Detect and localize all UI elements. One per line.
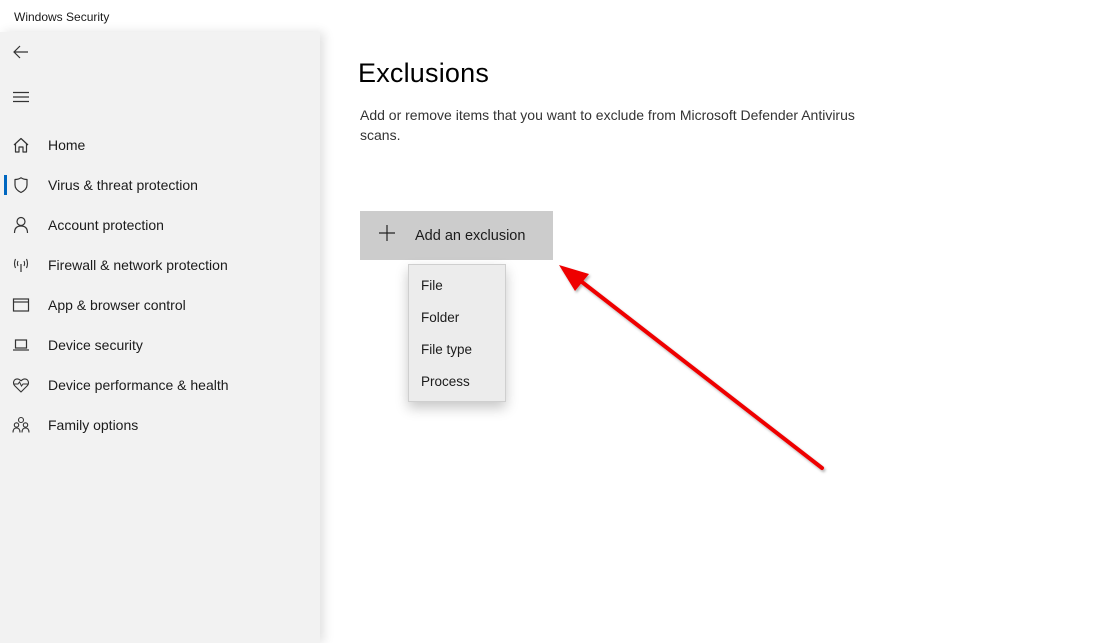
add-exclusion-label: Add an exclusion <box>415 227 526 244</box>
home-icon <box>11 135 31 155</box>
menu-item-folder[interactable]: Folder <box>409 301 505 333</box>
sidebar-item-label: App & browser control <box>48 297 186 313</box>
sidebar-item-label: Family options <box>48 417 139 433</box>
antenna-icon <box>11 255 31 275</box>
active-indicator <box>4 175 7 195</box>
heart-pulse-icon <box>11 375 31 395</box>
back-arrow-icon <box>13 45 28 59</box>
sidebar-item-app-browser-control[interactable]: App & browser control <box>0 285 320 325</box>
menu-item-file-type[interactable]: File type <box>409 333 505 365</box>
laptop-icon <box>11 335 31 355</box>
sidebar-item-label: Account protection <box>48 217 164 233</box>
hamburger-menu-icon <box>13 91 29 103</box>
family-icon <box>11 415 31 435</box>
menu-item-process[interactable]: Process <box>409 365 505 397</box>
sidebar-item-device-security[interactable]: Device security <box>0 325 320 365</box>
sidebar-item-account-protection[interactable]: Account protection <box>0 205 320 245</box>
sidebar-item-label: Firewall & network protection <box>48 257 228 273</box>
back-button[interactable] <box>8 39 34 65</box>
sidebar-item-firewall-network-protection[interactable]: Firewall & network protection <box>0 245 320 285</box>
sidebar-item-device-performance-health[interactable]: Device performance & health <box>0 365 320 405</box>
main-content: Exclusions Add or remove items that you … <box>320 32 1094 643</box>
page-description: Add or remove items that you want to exc… <box>360 107 855 143</box>
title-bar: Windows Security <box>0 0 1094 32</box>
sidebar-item-label: Device security <box>48 337 143 353</box>
menu-item-file[interactable]: File <box>409 269 505 301</box>
sidebar-item-label: Virus & threat protection <box>48 177 198 193</box>
exclusion-type-menu: File Folder File type Process <box>408 264 506 402</box>
sidebar-item-family-options[interactable]: Family options <box>0 405 320 445</box>
sidebar-item-virus-threat-protection[interactable]: Virus & threat protection <box>0 165 320 205</box>
person-icon <box>11 215 31 235</box>
page-title: Exclusions <box>358 58 490 88</box>
sidebar: Home Virus & threat protection Account p… <box>0 32 320 643</box>
browser-window-icon <box>11 295 31 315</box>
sidebar-item-label: Home <box>48 137 86 153</box>
add-exclusion-button[interactable]: Add an exclusion <box>360 211 553 260</box>
sidebar-item-label: Device performance & health <box>48 377 229 393</box>
shield-icon <box>11 175 31 195</box>
window-title: Windows Security <box>14 10 110 24</box>
sidebar-item-home[interactable]: Home <box>0 125 320 165</box>
menu-button[interactable] <box>8 84 34 110</box>
plus-icon <box>379 225 395 241</box>
